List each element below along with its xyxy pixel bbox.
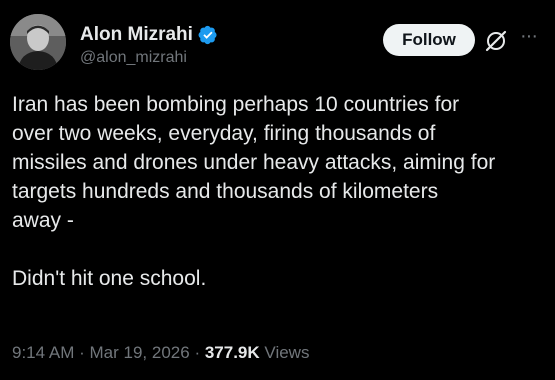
avatar[interactable] (10, 14, 66, 70)
display-name[interactable]: Alon Mizrahi (80, 24, 193, 46)
follow-button[interactable]: Follow (383, 24, 475, 56)
tweet-time[interactable]: 9:14 AM (12, 343, 74, 362)
meta-separator: · (79, 343, 85, 362)
tweet-text: Iran has been bombing perhaps 10 countri… (12, 93, 496, 290)
avatar-image (10, 14, 66, 70)
tweet-header: Alon Mizrahi @alon_mizrahi Follow ··· (10, 14, 545, 72)
meta-separator: · (194, 343, 201, 362)
tweet-meta: 9:14 AM · Mar 19, 2026 · 377.9K Views (12, 342, 309, 364)
name-row: Alon Mizrahi (80, 24, 218, 46)
more-options-icon[interactable]: ··· (520, 26, 548, 50)
handle[interactable]: @alon_mizrahi (80, 48, 218, 68)
tweet-date[interactable]: Mar 19, 2026 (90, 343, 190, 362)
views-label: Views (264, 343, 310, 362)
grok-icon[interactable] (484, 29, 508, 53)
views-count[interactable]: 377.9K (205, 343, 260, 362)
author-block: Alon Mizrahi @alon_mizrahi (80, 24, 218, 68)
verified-badge-icon (198, 25, 217, 45)
